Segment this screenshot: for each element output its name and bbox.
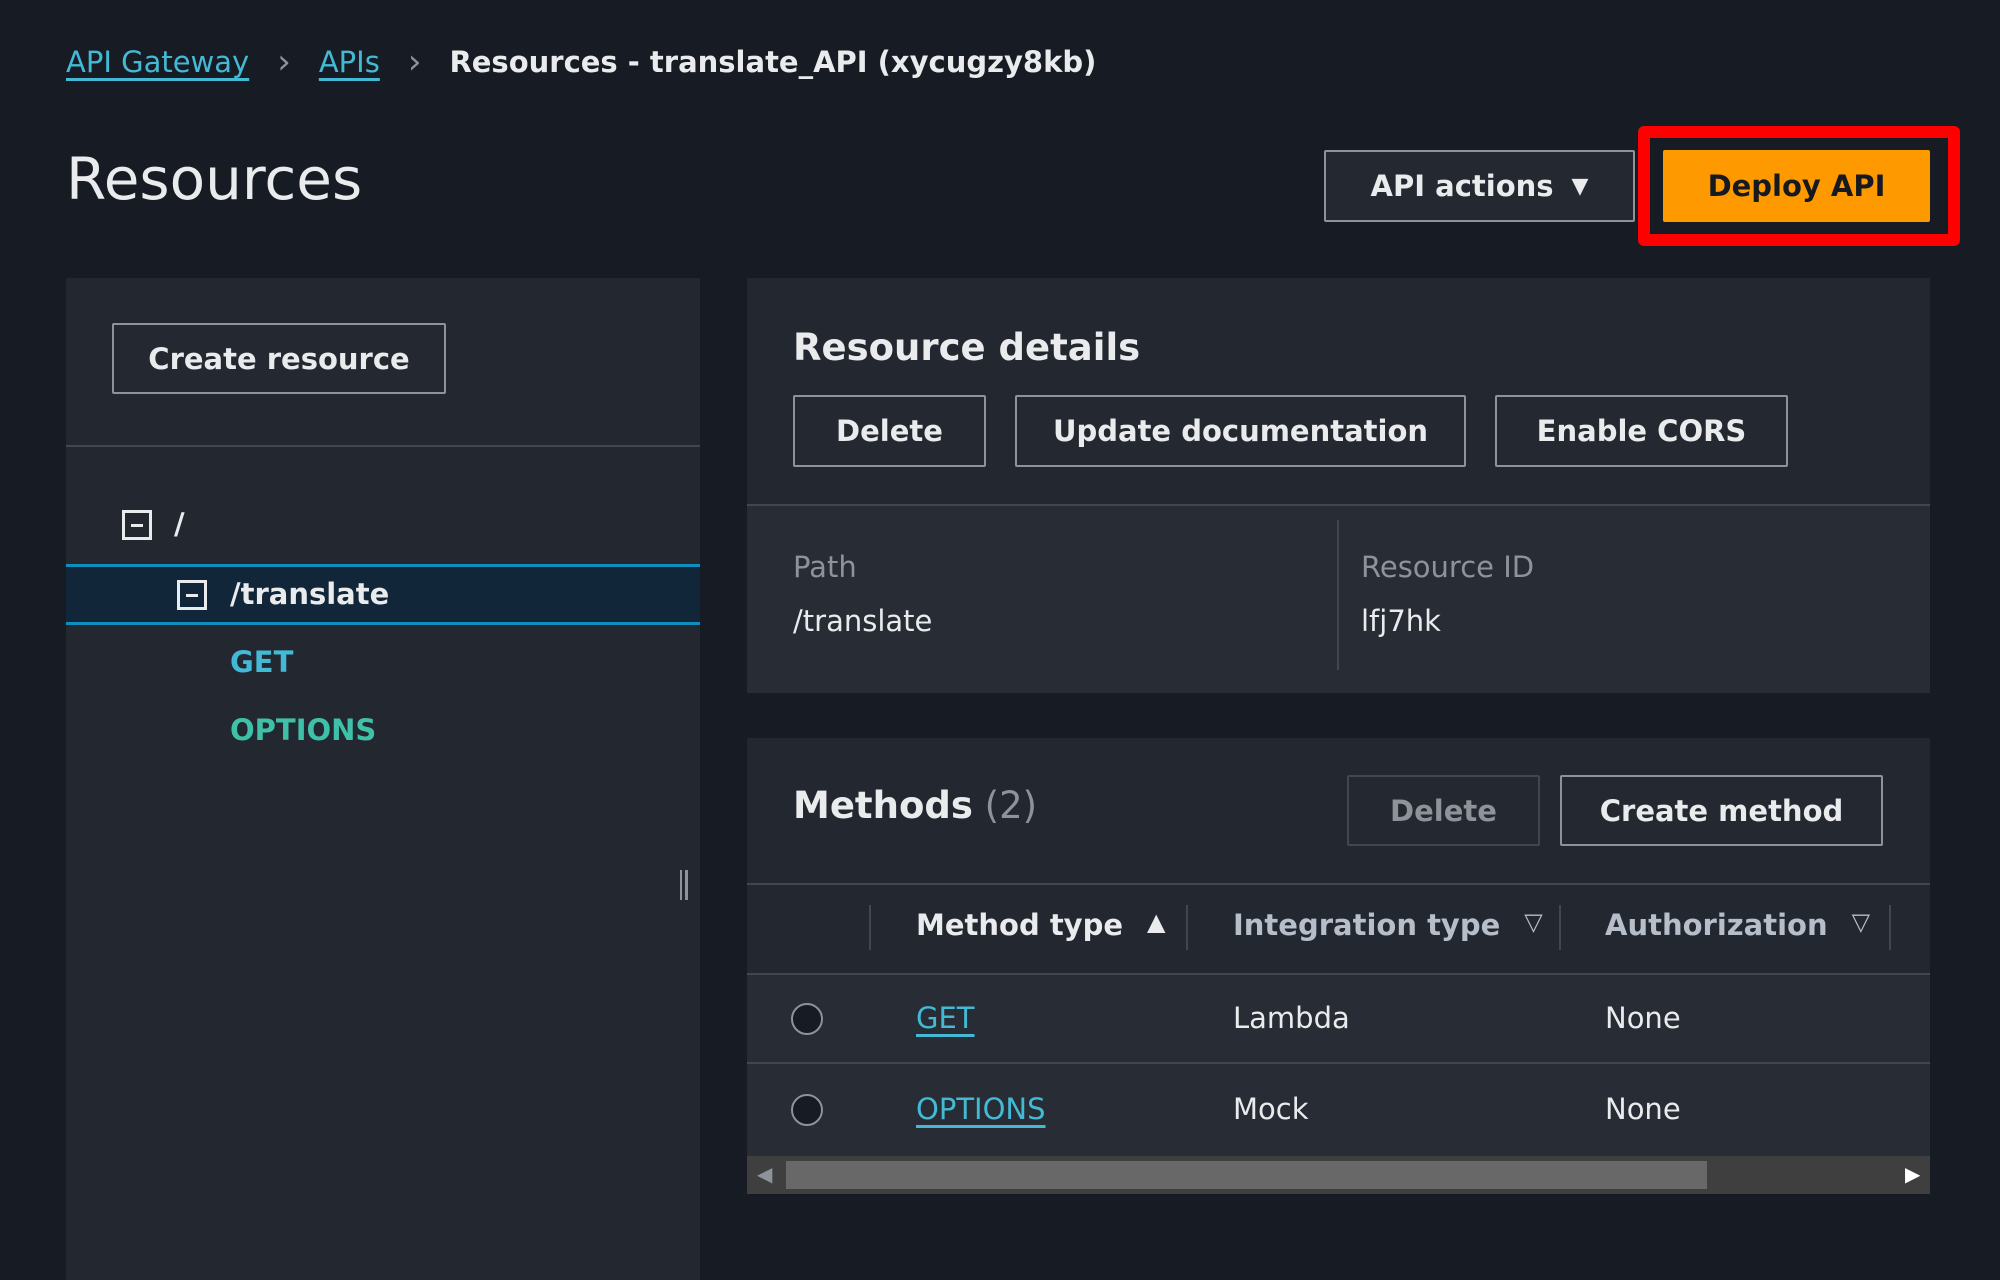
sort-icon: ▽	[1524, 908, 1543, 936]
method-link-get[interactable]: GET	[916, 1001, 975, 1035]
column-separator	[1559, 905, 1561, 950]
update-documentation-button[interactable]: Update documentation	[1015, 395, 1466, 467]
delete-resource-button[interactable]: Delete	[793, 395, 986, 467]
breadcrumb-current: Resources - translate_API (xycugzy8kb)	[449, 45, 1097, 79]
integration-cell: Mock	[1233, 1092, 1309, 1126]
column-label: Integration type	[1233, 908, 1501, 942]
path-label: Path	[793, 550, 857, 584]
tree-item-label: /translate	[230, 577, 390, 611]
enable-cors-button[interactable]: Enable CORS	[1495, 395, 1788, 467]
chevron-right-icon: ›	[277, 42, 291, 82]
api-actions-label: API actions	[1370, 169, 1554, 203]
deploy-api-button[interactable]: Deploy API	[1663, 150, 1930, 222]
authorization-cell: None	[1605, 1001, 1681, 1035]
scroll-left-icon[interactable]: ◀	[757, 1162, 772, 1186]
scrollbar-thumb[interactable]	[786, 1161, 1707, 1189]
methods-title: Methods (2)	[793, 784, 1037, 827]
authorization-cell: None	[1605, 1092, 1681, 1126]
scroll-right-icon[interactable]: ▶	[1905, 1162, 1920, 1186]
resource-id-label: Resource ID	[1361, 550, 1535, 584]
page-title: Resources	[66, 145, 363, 213]
resource-tree-panel: Create resource / /translate GET OPTIONS	[66, 278, 700, 1280]
sort-ascending-icon: ▲	[1147, 908, 1166, 936]
api-actions-button[interactable]: API actions ▼	[1324, 150, 1635, 222]
breadcrumb-apis[interactable]: APIs	[319, 45, 380, 79]
delete-method-button[interactable]: Delete	[1347, 775, 1540, 846]
caret-down-icon: ▼	[1571, 173, 1589, 199]
methods-title-text: Methods	[793, 784, 973, 827]
sort-icon: ▽	[1851, 908, 1871, 936]
collapse-icon[interactable]	[177, 580, 207, 610]
methods-count: (2)	[984, 784, 1038, 827]
column-separator	[1186, 905, 1188, 950]
create-method-button[interactable]: Create method	[1560, 775, 1883, 846]
breadcrumb-api-gateway[interactable]: API Gateway	[66, 45, 249, 79]
integration-cell: Lambda	[1233, 1001, 1350, 1035]
chevron-right-icon: ›	[407, 42, 422, 82]
method-link-options[interactable]: OPTIONS	[916, 1092, 1046, 1126]
column-integration-type[interactable]: Integration type ▽	[1233, 908, 1543, 942]
table-row[interactable]: GET Lambda None	[747, 973, 1930, 1064]
tree-item-root[interactable]: /	[66, 503, 700, 548]
path-value: /translate	[793, 604, 933, 638]
divider	[66, 445, 700, 447]
row-radio[interactable]	[791, 1003, 823, 1035]
column-label: Authorization	[1605, 908, 1828, 942]
resource-details-title: Resource details	[793, 326, 1141, 369]
tree-item-label: /	[174, 507, 185, 541]
column-separator	[1889, 905, 1891, 950]
column-method-type[interactable]: Method type ▲	[916, 908, 1165, 942]
row-radio[interactable]	[791, 1094, 823, 1126]
table-row[interactable]: OPTIONS Mock None	[747, 1064, 1930, 1156]
resource-id-value: lfj7hk	[1361, 604, 1441, 638]
tree-item-get[interactable]: GET	[230, 645, 293, 679]
column-label: Method type	[916, 908, 1124, 942]
divider	[1337, 520, 1339, 670]
resize-handle[interactable]	[680, 870, 688, 900]
divider	[747, 883, 1930, 885]
column-authorization[interactable]: Authorization ▽	[1605, 908, 1870, 942]
column-separator	[869, 905, 871, 950]
resource-details-panel: Resource details Delete Update documenta…	[747, 278, 1930, 693]
tree-item-options[interactable]: OPTIONS	[230, 713, 376, 747]
breadcrumb: API Gateway › APIs › Resources - transla…	[66, 42, 1096, 82]
collapse-icon[interactable]	[122, 510, 152, 540]
tree-item-translate[interactable]: /translate	[66, 564, 700, 625]
horizontal-scrollbar[interactable]: ◀ ▶	[747, 1156, 1930, 1194]
create-resource-button[interactable]: Create resource	[112, 323, 446, 394]
